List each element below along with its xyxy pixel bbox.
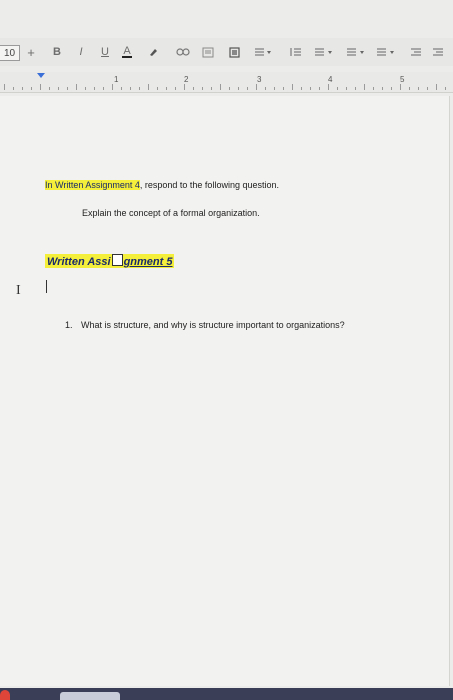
- ruler-tick: [247, 87, 248, 90]
- highlight-pen-icon[interactable]: [146, 38, 160, 66]
- text-color-label: A: [123, 45, 131, 57]
- ruler-tick: [4, 84, 5, 90]
- ruler-tick: [202, 87, 203, 90]
- image-icon[interactable]: [226, 38, 242, 66]
- ruler-tick: [67, 87, 68, 90]
- ruler-tick: [211, 87, 212, 90]
- intro-line: In Written Assignment 4, respond to the …: [45, 180, 279, 190]
- align-icon[interactable]: [252, 38, 274, 66]
- ruler-tick: [436, 84, 437, 90]
- ruler-tick: [346, 87, 347, 90]
- app-icon[interactable]: [0, 690, 10, 700]
- document-page[interactable]: In Written Assignment 4, respond to the …: [0, 96, 450, 686]
- bulleted-list-icon[interactable]: [344, 38, 368, 66]
- ruler-tick: [103, 87, 104, 90]
- ruler-number: 3: [257, 75, 262, 84]
- ruler-tick: [121, 87, 122, 90]
- ruler-tick: [409, 87, 410, 90]
- taskbar-tab[interactable]: [60, 692, 120, 700]
- ruler-tick: [13, 87, 14, 90]
- heading-part-2: gnment 5: [123, 256, 173, 268]
- increase-font-size-button[interactable]: +: [24, 38, 38, 66]
- ruler-tick: [292, 84, 293, 90]
- ruler-tick: [319, 87, 320, 90]
- ruler-tick: [265, 87, 266, 90]
- ruler-tick: [175, 87, 176, 90]
- ruler-tick: [301, 87, 302, 90]
- ruler-number: 5: [400, 75, 405, 84]
- ruler-tick: [58, 87, 59, 90]
- numbered-list-icon[interactable]: [374, 38, 398, 66]
- ruler-tick: [391, 87, 392, 90]
- font-size-field[interactable]: 10: [0, 45, 20, 61]
- prompt-line: Explain the concept of a formal organiza…: [82, 208, 260, 218]
- bold-button[interactable]: B: [50, 38, 64, 66]
- ruler-tick: [31, 87, 32, 90]
- ruler-tick: [400, 84, 401, 90]
- link-icon[interactable]: [174, 38, 192, 66]
- text-color-button[interactable]: A: [120, 38, 134, 66]
- ruler-tick: [40, 84, 41, 90]
- ruler-tick: [364, 84, 365, 90]
- ruler-tick: [112, 84, 113, 90]
- ruler-tick: [220, 84, 221, 90]
- ruler-tick: [382, 87, 383, 90]
- assignment-link[interactable]: In Written Assignment 4: [45, 180, 140, 190]
- ruler-tick: [184, 84, 185, 90]
- ruler-tick: [445, 87, 446, 90]
- ruler-number: 4: [328, 75, 333, 84]
- italic-button[interactable]: I: [74, 38, 88, 66]
- ruler-number: 1: [114, 75, 119, 84]
- ruler-tick: [418, 87, 419, 90]
- underline-button[interactable]: U: [98, 38, 112, 66]
- ruler-tick: [193, 87, 194, 90]
- ruler-tick: [139, 87, 140, 90]
- question-line: 1. What is structure, and why is structu…: [65, 320, 345, 330]
- ruler[interactable]: 1 2 3 4 5: [0, 72, 453, 93]
- ruler-tick: [283, 87, 284, 90]
- line-spacing-icon[interactable]: [288, 38, 304, 66]
- ruler-tick: [22, 87, 23, 90]
- formatting-toolbar: 10 + B I U A: [0, 38, 453, 66]
- ruler-tick: [148, 84, 149, 90]
- ruler-tick: [130, 87, 131, 90]
- question-text: What is structure, and why is structure …: [81, 320, 345, 330]
- ruler-tick: [238, 87, 239, 90]
- ruler-tick: [229, 87, 230, 90]
- text-color-swatch: [122, 56, 132, 58]
- question-number: 1.: [65, 320, 73, 330]
- ruler-tick: [373, 87, 374, 90]
- heading-part-1: Written Assi: [47, 256, 111, 268]
- i-beam-cursor-icon: I: [16, 283, 21, 298]
- ruler-tick: [49, 87, 50, 90]
- cursor-box-icon: [111, 254, 123, 266]
- ruler-tick: [166, 87, 167, 90]
- checklist-icon[interactable]: [312, 38, 336, 66]
- assignment-heading: Written Assi gnment 5: [45, 254, 175, 268]
- comment-icon[interactable]: [200, 38, 216, 66]
- ruler-tick: [94, 87, 95, 90]
- ruler-tick: [274, 87, 275, 90]
- ruler-tick: [76, 84, 77, 90]
- indent-marker-icon[interactable]: [37, 73, 45, 78]
- ruler-number: 2: [184, 75, 189, 84]
- decrease-indent-icon[interactable]: [408, 38, 424, 66]
- ruler-tick: [355, 87, 356, 90]
- ruler-tick: [328, 84, 329, 90]
- ruler-tick: [85, 87, 86, 90]
- ruler-tick: [337, 87, 338, 90]
- intro-suffix: , respond to the following question.: [139, 180, 279, 190]
- ruler-tick: [310, 87, 311, 90]
- ruler-tick: [427, 87, 428, 90]
- increase-indent-icon[interactable]: [430, 38, 446, 66]
- text-caret: [46, 280, 47, 293]
- ruler-tick: [256, 84, 257, 90]
- ruler-tick: [157, 87, 158, 90]
